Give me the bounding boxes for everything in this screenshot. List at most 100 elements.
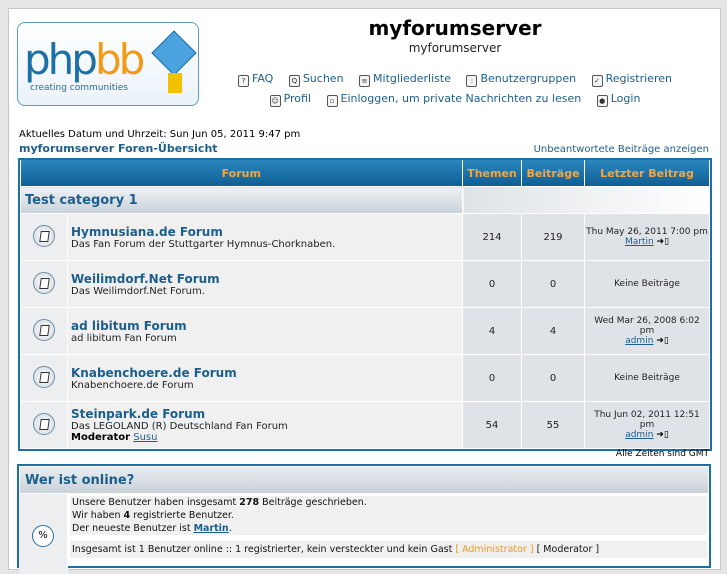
forum-row: Steinpark.de Forum Das LEGOLAND (R) Deuts…	[20, 401, 710, 449]
online-stats: Unsere Benutzer haben insgesamt 278 Beit…	[70, 496, 707, 535]
forum-row: Weilimdorf.Net Forum Das Weilimdorf.Net F…	[20, 260, 710, 308]
timezone-note: Alle Zeiten sind GMT	[615, 449, 709, 459]
post-count: 4	[521, 307, 585, 355]
nav-label: Mitgliederliste	[373, 72, 451, 85]
stat-text: .	[228, 523, 232, 534]
site-description: myforumserver	[408, 41, 502, 55]
topic-count: 4	[462, 307, 522, 355]
register-icon: ✓	[591, 75, 603, 87]
moderator-label: Moderator	[71, 432, 131, 443]
nav-label: Profil	[283, 92, 312, 105]
online-users-line: Insgesamt ist 1 Benutzer online :: 1 reg…	[70, 540, 707, 558]
forum-folder-icon	[33, 412, 55, 435]
site-title: myforumserver	[368, 16, 542, 40]
goto-last-post-icon[interactable]: ➜▯	[656, 430, 669, 440]
nav-login[interactable]: ● Login	[596, 92, 641, 107]
nav-profile[interactable]: ☺ Profil	[269, 92, 312, 107]
nav-private-messages[interactable]: ▫ Einloggen, um private Nachrichten zu le…	[326, 92, 582, 107]
nav-row-1: ? FAQ Q Suchen ≡ Mitgliederliste : Benutzerg…	[200, 72, 710, 87]
faq-icon: ?	[238, 75, 250, 87]
forum-description: Knabenchoere.de Forum	[71, 379, 194, 391]
profile-icon: ☺	[269, 95, 281, 107]
last-post-date: Wed Mar 26, 2008 6:02 pm	[594, 316, 700, 336]
stat-text: registrierte Benutzer.	[130, 510, 234, 521]
post-count: 55	[521, 401, 585, 449]
header-topics: Themen	[462, 160, 522, 187]
nav-label: Einloggen, um private Nachrichten zu les…	[340, 92, 582, 105]
nav-label: Login	[610, 92, 641, 105]
nav-row-2: ☺ Profil ▫ Einloggen, um private Nachricht…	[200, 92, 710, 107]
topic-count: 0	[462, 354, 522, 402]
total-posts: 278	[239, 497, 260, 508]
logo-base-icon	[168, 73, 182, 93]
topic-count: 54	[462, 401, 522, 449]
forum-description: Das Weilimdorf.Net Forum.	[71, 285, 205, 297]
topic-count: 0	[462, 260, 522, 308]
forum-folder-icon	[33, 224, 55, 247]
who-is-online-title[interactable]: Wer ist online?	[19, 466, 709, 494]
stat-text: Wir haben	[72, 510, 124, 521]
nav-label: FAQ	[252, 72, 274, 85]
post-count: 0	[521, 354, 585, 402]
last-post-user[interactable]: admin	[625, 336, 653, 346]
forum-link[interactable]: Hymnusiana.de Forum	[71, 225, 461, 239]
login-icon: ●	[596, 95, 608, 107]
nav-search[interactable]: Q Suchen	[288, 72, 344, 87]
logo-gem-icon	[151, 30, 197, 76]
stat-text: Beiträge geschrieben.	[259, 497, 367, 508]
forum-folder-icon	[33, 271, 55, 294]
legend-administrator: [ Administrator ]	[455, 544, 534, 555]
no-posts: Keine Beiträge	[584, 260, 710, 308]
logo-tagline: creating communities	[30, 83, 128, 93]
logo-wordmark: phpbb	[24, 35, 145, 84]
online-icon-cell: %	[19, 494, 68, 574]
moderator-link[interactable]: Susu	[133, 432, 157, 443]
stat-text: Unsere Benutzer haben insgesamt	[72, 497, 240, 508]
nav-usergroups[interactable]: : Benutzergruppen	[466, 72, 577, 87]
goto-last-post-icon[interactable]: ➜▯	[657, 237, 670, 247]
nav-label: Benutzergruppen	[480, 72, 577, 85]
nav-memberlist[interactable]: ≡ Mitgliederliste	[359, 72, 451, 87]
forum-folder-icon	[33, 318, 55, 341]
forum-folder-icon	[33, 365, 55, 388]
forum-link[interactable]: Knabenchoere.de Forum	[71, 366, 461, 380]
forum-link[interactable]: Steinpark.de Forum	[71, 407, 461, 421]
no-posts: Keine Beiträge	[584, 354, 710, 402]
last-post-user[interactable]: Martin	[625, 237, 654, 247]
online-users-icon: %	[32, 525, 54, 547]
post-count: 0	[521, 260, 585, 308]
search-icon: Q	[288, 75, 300, 87]
phpbb-logo[interactable]: phpbb creating communities	[17, 22, 199, 106]
newest-user-link[interactable]: Martin	[194, 523, 229, 534]
nav-label: Suchen	[302, 72, 344, 85]
message-icon: ▫	[326, 95, 338, 107]
header-last-post: Letzter Beitrag	[584, 160, 710, 187]
nav-register[interactable]: ✓ Registrieren	[591, 72, 672, 87]
topic-count: 214	[462, 213, 522, 261]
forum-link[interactable]: Weilimdorf.Net Forum	[71, 272, 461, 286]
forum-description: ad libitum Fan Forum	[71, 332, 177, 344]
breadcrumb-forum-index[interactable]: myforumserver Foren-Übersicht	[19, 142, 218, 155]
header-forum: Forum	[20, 160, 463, 187]
forum-link[interactable]: ad libitum Forum	[71, 319, 461, 333]
stat-text: Der neueste Benutzer ist	[72, 523, 194, 534]
last-post-user[interactable]: admin	[625, 430, 653, 440]
goto-last-post-icon[interactable]: ➜▯	[656, 336, 669, 346]
forum-description: Das LEGOLAND (R) Deutschland Fan Forum	[71, 421, 288, 432]
header-posts: Beiträge	[521, 160, 585, 187]
groups-icon: :	[466, 75, 478, 87]
nav-label: Registrieren	[605, 72, 672, 85]
last-post-date: Thu May 26, 2011 7:00 pm	[586, 227, 708, 237]
category-link[interactable]: Test category 1	[22, 193, 138, 208]
nav-faq[interactable]: ? FAQ	[238, 72, 274, 87]
forum-row: ad libitum Forum ad libitum Fan Forum 4 4…	[20, 307, 710, 355]
last-post-date: Thu Jun 02, 2011 12:51 pm	[594, 410, 700, 430]
forum-row: Knabenchoere.de Forum Knabenchoere.de For…	[20, 354, 710, 402]
current-datetime: Aktuelles Datum und Uhrzeit: Sun Jun 05,…	[19, 129, 301, 140]
online-count-text: Insgesamt ist 1 Benutzer online :: 1 reg…	[72, 544, 456, 555]
legend-moderator: [ Moderator ]	[533, 544, 600, 555]
post-count: 219	[521, 213, 585, 261]
forum-row: Hymnusiana.de Forum Das Fan Forum der Stu…	[20, 213, 710, 261]
who-is-online-panel: Wer ist online? % Unsere Benutzer haben …	[17, 464, 711, 574]
unanswered-posts-link[interactable]: Unbeantwortete Beiträge anzeigen	[534, 144, 709, 155]
